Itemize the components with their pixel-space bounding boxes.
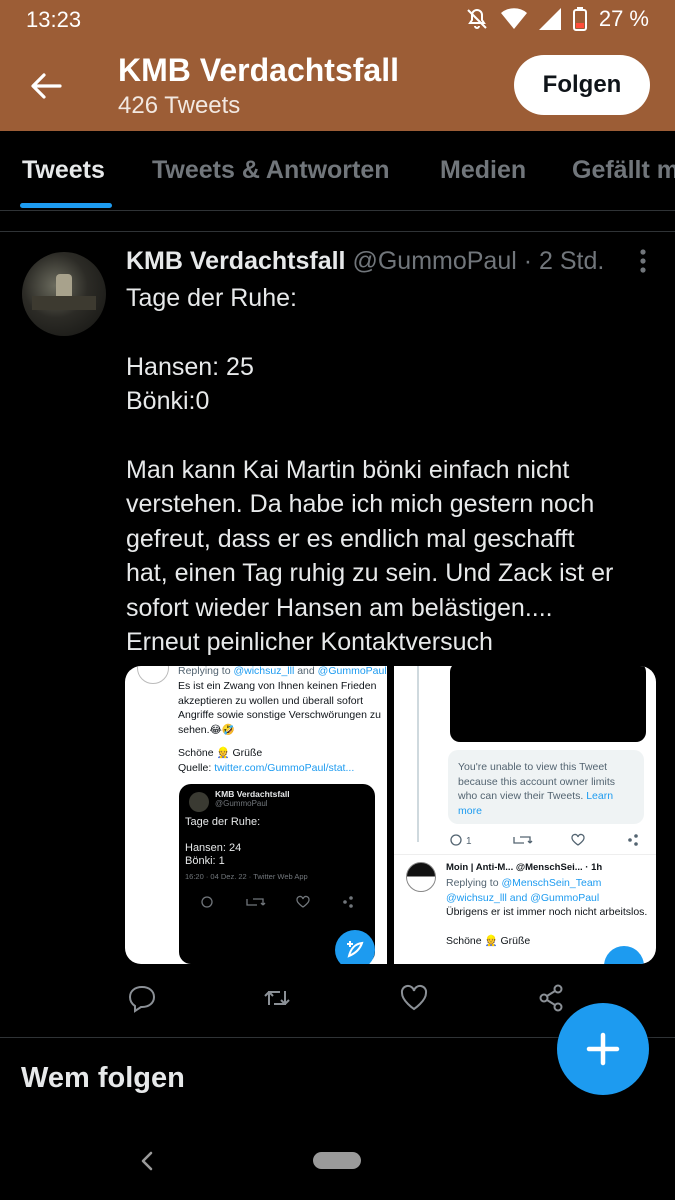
tweet-line: Bönki:0 xyxy=(126,387,210,416)
who-to-follow-heading: Wem folgen xyxy=(21,1062,185,1094)
tweet-line: Man kann Kai Martin bönki einfach nicht xyxy=(126,456,570,484)
tweet-line xyxy=(126,419,656,453)
mention-link: @MenschSein_Team xyxy=(501,877,602,889)
divider xyxy=(394,854,656,855)
quoted-actions-icons xyxy=(201,895,353,908)
tweet-count: 426 Tweets xyxy=(118,92,241,119)
tweet-line: hat, einen Tag ruhig zu sein. Und Zack i… xyxy=(126,559,614,588)
replying-and: and xyxy=(294,666,318,677)
quoted-line: Hansen: 24 xyxy=(185,842,242,854)
like-icon[interactable] xyxy=(399,983,429,1013)
compose-icon xyxy=(335,930,375,964)
profile-tabs: Tweets Tweets & Antworten Medien Gefällt… xyxy=(0,131,675,211)
plus-icon xyxy=(586,1032,620,1066)
reply-icon[interactable] xyxy=(127,983,157,1013)
battery-percent: 27 % xyxy=(598,6,649,31)
media-image-2[interactable]: You're unable to view this Tweet because… xyxy=(394,666,656,964)
quoted-meta: 16:20 · 04 Dez. 22 · Twitter Web App xyxy=(185,872,308,881)
tweet-line: Tage der Ruhe: xyxy=(126,284,297,312)
replying-to: Replying to @wichsuz_lll and @GummoPaul xyxy=(178,666,387,679)
quoted-line: Bönki: 1 xyxy=(185,855,225,867)
replying-prefix: Replying to xyxy=(446,877,502,889)
profile-header: 13:23 27 % KMB Verdachtsfall 426 Tweets … xyxy=(0,0,675,131)
tweet-author-handle: @GummoPaul xyxy=(352,247,517,275)
source-line: Quelle: twitter.com/GummoPaul/stat... xyxy=(178,761,354,776)
wifi-icon xyxy=(500,8,527,29)
tab-tweets[interactable]: Tweets xyxy=(22,156,105,185)
avatar xyxy=(406,862,436,892)
system-back-icon[interactable] xyxy=(134,1148,160,1174)
compose-icon xyxy=(604,946,644,964)
signal-icon xyxy=(538,8,561,30)
mute-bell-icon xyxy=(467,8,487,29)
tweet-text: Tage der Ruhe: Hansen: 25 Bönki:0 Man ka… xyxy=(126,281,656,659)
reply-count: 1 xyxy=(466,836,472,847)
more-options-icon[interactable] xyxy=(633,248,653,274)
tweet-line: sofort wieder Hansen am belästigen.... xyxy=(126,593,553,622)
reply-author-line: Moin | Anti-M... @MenschSei... · 1h xyxy=(446,862,603,873)
home-gesture-pill[interactable] xyxy=(313,1152,361,1169)
thread-line xyxy=(417,666,419,842)
tweet-media[interactable]: Replying to @wichsuz_lll and @GummoPaul … xyxy=(125,666,656,964)
tab-media[interactable]: Medien xyxy=(440,156,526,185)
mention-link: @wichsuz_lll xyxy=(233,666,295,677)
reply-text: Übrigens er ist immer noch nicht arbeits… xyxy=(446,906,648,918)
tab-tweets-and-replies[interactable]: Tweets & Antworten xyxy=(152,156,390,185)
avatar[interactable] xyxy=(22,252,106,336)
tweet-line xyxy=(126,315,656,349)
back-arrow-icon[interactable] xyxy=(26,66,66,106)
mention-link: @wichsuz_lll and @GummoPaul xyxy=(446,891,600,904)
follow-button[interactable]: Folgen xyxy=(514,55,650,115)
profile-title: KMB Verdachtsfall xyxy=(118,52,399,88)
separator-dot: · xyxy=(523,247,533,275)
greeting-text: Schöne 👷 Grüße xyxy=(446,935,531,947)
greeting-text: Schöne 👷 Grüße xyxy=(178,747,263,759)
tweet-time: 2 Std. xyxy=(539,247,605,275)
avatar xyxy=(137,666,169,684)
divider xyxy=(0,231,675,232)
status-bar: 13:23 27 % xyxy=(0,0,675,42)
tweet-line: verstehen. Da habe ich mich gestern noch xyxy=(126,490,595,519)
replying-prefix: Replying to xyxy=(178,666,234,677)
tweet-header: KMB Verdachtsfall @GummoPaul · 2 Std. xyxy=(126,247,604,276)
mention-link: @GummoPaul xyxy=(317,666,387,677)
tweet-line: Hansen: 25 xyxy=(126,352,254,381)
media-image-1[interactable]: Replying to @wichsuz_lll and @GummoPaul … xyxy=(125,666,387,964)
replying-to: Replying to @MenschSein_Team @wichsuz_lll… xyxy=(446,876,651,920)
status-icons: 27 % xyxy=(465,6,649,32)
tweet-actions-icons: 1 xyxy=(450,833,638,847)
quoted-author-handle: @GummoPaul xyxy=(215,799,268,808)
compose-tweet-button[interactable] xyxy=(557,1003,649,1095)
active-tab-indicator xyxy=(20,203,112,208)
tweet-line: gefreut, dass er es endlich mal geschaff… xyxy=(126,524,575,553)
retweet-icon[interactable] xyxy=(262,983,292,1013)
quoted-line: Tage der Ruhe: xyxy=(185,816,261,828)
quoted-author-name: KMB Verdachtsfall xyxy=(215,789,290,799)
quoted-text: Tage der Ruhe: Hansen: 24 Bönki: 1 xyxy=(185,816,260,868)
status-time: 13:23 xyxy=(26,7,82,32)
tab-likes[interactable]: Gefällt mir xyxy=(572,156,675,185)
battery-icon xyxy=(572,7,587,31)
avatar xyxy=(189,792,209,812)
tweet-line: Erneut peinlicher Kontaktversuch xyxy=(126,628,493,657)
unavailable-tweet-notice: You're unable to view this Tweet because… xyxy=(448,750,644,824)
tweet-author-name[interactable]: KMB Verdachtsfall xyxy=(126,247,346,275)
embedded-image xyxy=(450,666,646,742)
source-link: twitter.com/GummoPaul/stat... xyxy=(214,762,355,774)
reply-text: Es ist ein Zwang von Ihnen keinen Friede… xyxy=(178,680,381,736)
source-label: Quelle: xyxy=(178,762,215,774)
